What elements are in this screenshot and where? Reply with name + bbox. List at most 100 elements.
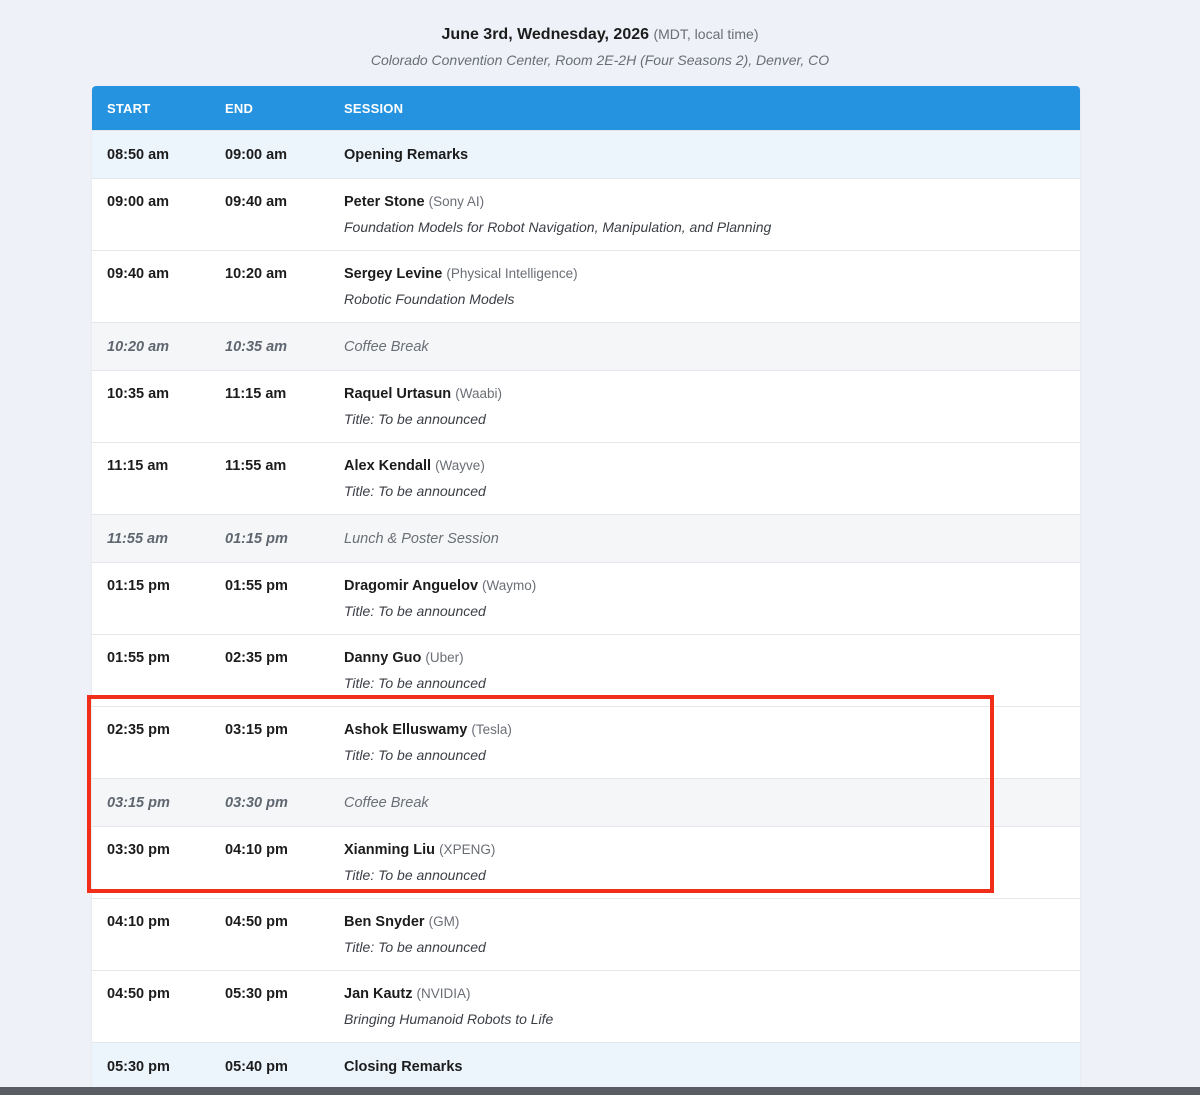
- talk-title: Title: To be announced: [344, 867, 486, 883]
- start-time: 11:15 am: [107, 458, 169, 474]
- speaker-name: Sergey Levine: [344, 266, 443, 282]
- speaker: Ashok Elluswamy (Tesla): [344, 720, 512, 740]
- talk-title: Foundation Models for Robot Navigation, …: [344, 219, 772, 235]
- end-time: 09:00 am: [225, 147, 288, 163]
- start-time: 01:55 pm: [107, 650, 170, 666]
- table-row: 10:35 am 11:15 am Raquel Urtasun (Waabi)…: [92, 370, 1080, 442]
- talk-title: Bringing Humanoid Robots to Life: [344, 1011, 554, 1027]
- speaker-name: Peter Stone: [344, 194, 425, 210]
- end-time: 03:30 pm: [225, 795, 288, 811]
- start-time: 10:20 am: [107, 339, 170, 355]
- end-time: 11:55 am: [225, 458, 287, 474]
- end-time: 09:40 am: [225, 194, 288, 210]
- speaker: Peter Stone (Sony AI): [344, 192, 484, 212]
- table-row: 11:15 am 11:55 am Alex Kendall (Wayve) T…: [92, 442, 1080, 514]
- speaker-affiliation: (Uber): [425, 650, 464, 665]
- speaker-name: Danny Guo: [344, 650, 422, 666]
- speaker-name: Raquel Urtasun: [344, 386, 452, 402]
- start-time: 09:00 am: [107, 194, 170, 210]
- table-header: START END SESSION: [92, 86, 1080, 130]
- speaker-affiliation: (GM): [428, 914, 460, 929]
- table-row: 03:30 pm 04:10 pm Xianming Liu (XPENG) T…: [92, 826, 1080, 898]
- talk-title: Title: To be announced: [344, 603, 486, 619]
- end-time: 03:15 pm: [225, 722, 288, 738]
- end-time: 05:30 pm: [225, 986, 288, 1002]
- table-row: 08:50 am 09:00 am Opening Remarks: [92, 130, 1080, 178]
- end-time: 10:35 am: [225, 339, 288, 355]
- speaker-affiliation: (XPENG): [439, 842, 496, 857]
- speaker-name: Alex Kendall: [344, 458, 432, 474]
- end-time: 10:20 am: [225, 266, 288, 282]
- table-row: 11:55 am 01:15 pm Lunch & Poster Session: [92, 514, 1080, 562]
- speaker-affiliation: (Physical Intelligence): [446, 266, 578, 281]
- speaker-affiliation: (NVIDIA): [416, 986, 471, 1001]
- talk-title: Robotic Foundation Models: [344, 291, 515, 307]
- schedule-date: June 3rd, Wednesday, 2026: [441, 26, 650, 43]
- start-time: 04:10 pm: [107, 914, 170, 930]
- start-time: 05:30 pm: [107, 1059, 170, 1075]
- start-time: 11:55 am: [107, 531, 168, 547]
- end-time: 04:50 pm: [225, 914, 288, 930]
- start-time: 04:50 pm: [107, 986, 170, 1002]
- end-time: 05:40 pm: [225, 1059, 288, 1075]
- speaker-name: Jan Kautz: [344, 986, 413, 1002]
- table-row: 03:15 pm 03:30 pm Coffee Break: [92, 778, 1080, 826]
- table-row: 09:00 am 09:40 am Peter Stone (Sony AI) …: [92, 178, 1080, 250]
- table-row: 04:50 pm 05:30 pm Jan Kautz (NVIDIA) Bri…: [92, 970, 1080, 1042]
- date-line: June 3rd, Wednesday, 2026 (MDT, local ti…: [0, 22, 1200, 47]
- end-time: 01:15 pm: [225, 531, 288, 547]
- window-bottom-bar: [0, 1087, 1200, 1095]
- speaker-affiliation: (Waymo): [482, 578, 537, 593]
- speaker-name: Ashok Elluswamy: [344, 722, 468, 738]
- talk-title: Title: To be announced: [344, 411, 486, 427]
- speaker-name: Ben Snyder: [344, 914, 425, 930]
- start-time: 08:50 am: [107, 147, 170, 163]
- column-header-end: END: [225, 101, 254, 116]
- speaker: Ben Snyder (GM): [344, 912, 459, 932]
- table-row: 01:55 pm 02:35 pm Danny Guo (Uber) Title…: [92, 634, 1080, 706]
- session-title: Coffee Break: [344, 339, 429, 355]
- end-time: 01:55 pm: [225, 578, 288, 594]
- timezone-label: (MDT, local time): [653, 26, 759, 42]
- start-time: 09:40 am: [107, 266, 170, 282]
- speaker: Jan Kautz (NVIDIA): [344, 984, 471, 1004]
- column-header-start: START: [107, 101, 151, 116]
- table-row: 09:40 am 10:20 am Sergey Levine (Physica…: [92, 250, 1080, 322]
- table-row: 02:35 pm 03:15 pm Ashok Elluswamy (Tesla…: [92, 706, 1080, 778]
- end-time: 11:15 am: [225, 386, 287, 402]
- session-title: Lunch & Poster Session: [344, 531, 499, 547]
- session-title: Closing Remarks: [344, 1059, 463, 1075]
- speaker-name: Dragomir Anguelov: [344, 578, 479, 594]
- speaker-affiliation: (Tesla): [471, 722, 512, 737]
- column-header-session: SESSION: [344, 101, 404, 116]
- start-time: 03:30 pm: [107, 842, 170, 858]
- start-time: 02:35 pm: [107, 722, 170, 738]
- talk-title: Title: To be announced: [344, 747, 486, 763]
- venue-location: Colorado Convention Center, Room 2E-2H (…: [370, 52, 830, 68]
- session-title: Coffee Break: [344, 795, 429, 811]
- speaker: Raquel Urtasun (Waabi): [344, 384, 502, 404]
- speaker: Alex Kendall (Wayve): [344, 456, 485, 476]
- talk-title: Title: To be announced: [344, 483, 486, 499]
- speaker-affiliation: (Sony AI): [428, 194, 485, 209]
- talk-title: Title: To be announced: [344, 675, 486, 691]
- speaker-name: Xianming Liu: [344, 842, 436, 858]
- table-row: 05:30 pm 05:40 pm Closing Remarks: [92, 1042, 1080, 1090]
- talk-title: Title: To be announced: [344, 939, 486, 955]
- start-time: 01:15 pm: [107, 578, 170, 594]
- speaker-affiliation: (Wayve): [435, 458, 485, 473]
- start-time: 03:15 pm: [107, 795, 170, 811]
- session-title: Opening Remarks: [344, 147, 469, 163]
- table-row: 10:20 am 10:35 am Coffee Break: [92, 322, 1080, 370]
- schedule-table: START END SESSION 08:50 am 09:00 am Open…: [92, 86, 1080, 1090]
- end-time: 04:10 pm: [225, 842, 288, 858]
- start-time: 10:35 am: [107, 386, 170, 402]
- schedule-header: June 3rd, Wednesday, 2026 (MDT, local ti…: [0, 22, 1200, 70]
- table-row: 04:10 pm 04:50 pm Ben Snyder (GM) Title:…: [92, 898, 1080, 970]
- speaker: Dragomir Anguelov (Waymo): [344, 576, 536, 596]
- speaker-affiliation: (Waabi): [455, 386, 502, 401]
- speaker: Danny Guo (Uber): [344, 648, 464, 668]
- speaker: Sergey Levine (Physical Intelligence): [344, 264, 578, 284]
- table-row: 01:15 pm 01:55 pm Dragomir Anguelov (Way…: [92, 562, 1080, 634]
- end-time: 02:35 pm: [225, 650, 288, 666]
